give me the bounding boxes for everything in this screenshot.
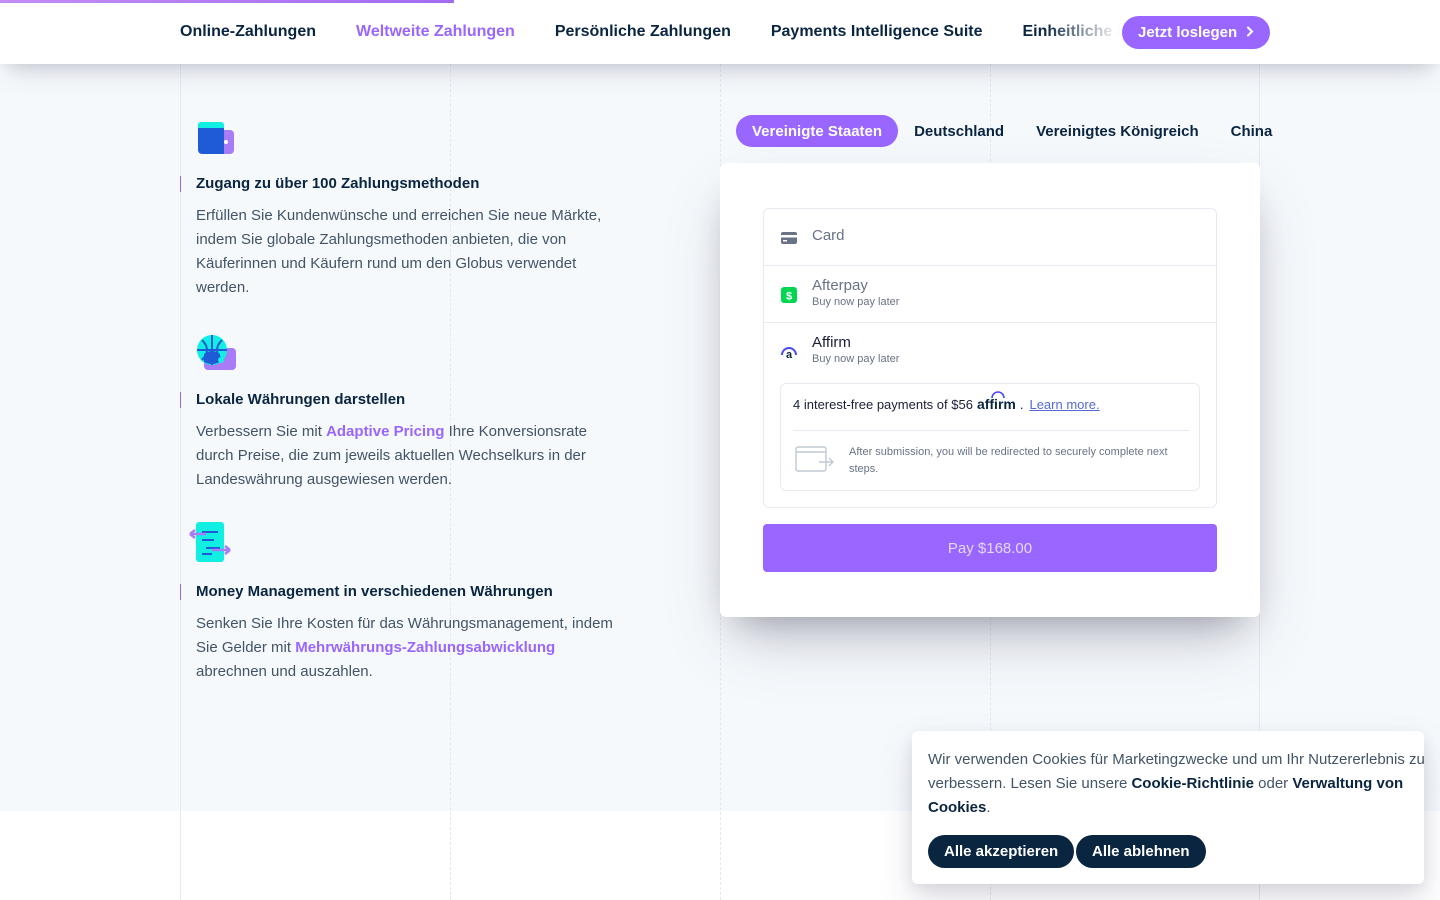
feature-accent-bar bbox=[180, 584, 181, 600]
top-nav: Online-Zahlungen Weltweite Zahlungen Per… bbox=[0, 0, 1440, 64]
tab-deutschland[interactable]: Deutschland bbox=[898, 115, 1020, 147]
payment-method-name: Card bbox=[812, 227, 845, 244]
divider bbox=[793, 430, 1189, 431]
checkout-demo-card: Card $ Afterpay Buy now pay later a Affi… bbox=[720, 163, 1260, 617]
country-tabs: Vereinigte Staaten Deutschland Vereinigt… bbox=[736, 115, 1288, 147]
nav-item-payments-intelligence[interactable]: Payments Intelligence Suite bbox=[771, 23, 983, 41]
nav-item-einheitliche-plattform[interactable]: Einheitliche Plattform bbox=[1022, 23, 1120, 41]
payment-method-afterpay[interactable]: $ Afterpay Buy now pay later bbox=[764, 266, 1216, 323]
payment-method-name: Affirm bbox=[812, 334, 851, 351]
svg-text:a: a bbox=[786, 349, 793, 361]
affirm-dot: . bbox=[1019, 396, 1024, 412]
payment-method-subtitle: Buy now pay later bbox=[812, 353, 900, 365]
afterpay-icon: $ bbox=[780, 286, 798, 304]
redirect-window-icon bbox=[795, 446, 835, 474]
globe-wallet-icon bbox=[196, 334, 238, 376]
feature-title: Lokale Währungen darstellen bbox=[196, 391, 406, 408]
tab-china[interactable]: China bbox=[1215, 115, 1289, 147]
get-started-button[interactable]: Jetzt loslegen bbox=[1122, 16, 1271, 49]
chevron-right-icon bbox=[1246, 25, 1254, 40]
pay-button[interactable]: Pay $168.00 bbox=[763, 524, 1217, 572]
payment-method-subtitle: Buy now pay later bbox=[812, 296, 900, 308]
feature-description: Senken Sie Ihre Kosten für das Währungsm… bbox=[196, 612, 616, 684]
wallet-icon bbox=[196, 120, 238, 162]
affirm-details-box: 4 interest-free payments of $56 affirm .… bbox=[780, 383, 1200, 491]
svg-text:$: $ bbox=[786, 291, 792, 303]
adaptive-pricing-link[interactable]: Adaptive Pricing bbox=[326, 423, 444, 440]
cookie-text: Wir verwenden Cookies für Marketingzweck… bbox=[928, 748, 1428, 820]
credit-card-icon bbox=[780, 229, 798, 247]
tab-vereinigtes-koenigreich[interactable]: Vereinigtes Königreich bbox=[1020, 115, 1215, 147]
tab-vereinigte-staaten[interactable]: Vereinigte Staaten bbox=[736, 115, 899, 147]
affirm-icon: a bbox=[780, 343, 798, 361]
cookie-policy-link[interactable]: Cookie-Richtlinie bbox=[1131, 775, 1254, 792]
feature-accent-bar bbox=[180, 176, 181, 192]
feature-title: Zugang zu über 100 Zahlungsmethoden bbox=[196, 175, 480, 192]
redirect-note: After submission, you will be redirected… bbox=[849, 446, 1168, 475]
feature-title: Money Management in verschiedenen Währun… bbox=[196, 583, 553, 600]
payment-method-card[interactable]: Card bbox=[764, 209, 1216, 266]
accept-all-button[interactable]: Alle akzeptieren bbox=[928, 835, 1075, 868]
description-text: Verbessern Sie mit bbox=[196, 423, 327, 440]
reject-all-button[interactable]: Alle ablehnen bbox=[1076, 835, 1206, 868]
feature-description: Erfüllen Sie Kundenwünsche und erreichen… bbox=[196, 207, 602, 296]
nav-item-persoenliche-zahlungen[interactable]: Persönliche Zahlungen bbox=[555, 23, 731, 41]
description-text: abrechnen und auszahlen. bbox=[196, 663, 373, 680]
nav-item-online-zahlungen[interactable]: Online-Zahlungen bbox=[180, 23, 316, 41]
nav-item-weltweite-zahlungen[interactable]: Weltweite Zahlungen bbox=[356, 23, 515, 41]
cookie-text-part: . bbox=[986, 799, 991, 816]
nav-items: Online-Zahlungen Weltweite Zahlungen Per… bbox=[180, 0, 1120, 64]
feature-description: Verbessern Sie mit Adaptive Pricing Ihre… bbox=[196, 420, 616, 492]
get-started-label: Jetzt loslegen bbox=[1138, 24, 1238, 41]
cookie-banner: Wir verwenden Cookies für Marketingzweck… bbox=[912, 731, 1425, 884]
payment-method-list: Card $ Afterpay Buy now pay later a Affi… bbox=[763, 208, 1217, 508]
multi-currency-settlement-link[interactable]: Mehrwährungs-Zahlungsabwicklung bbox=[295, 639, 555, 656]
payment-method-name: Afterpay bbox=[812, 277, 868, 294]
affirm-logo: affirm bbox=[977, 391, 1016, 412]
feature-accent-bar bbox=[180, 392, 181, 408]
cookie-text-part: oder bbox=[1253, 775, 1293, 792]
affirm-offer-text: 4 interest-free payments of $56 bbox=[793, 396, 973, 412]
learn-more-link[interactable]: Learn more. bbox=[1029, 397, 1099, 412]
affirm-offer-line: 4 interest-free payments of $56 affirm .… bbox=[793, 391, 1100, 412]
currency-exchange-icon bbox=[188, 520, 232, 562]
